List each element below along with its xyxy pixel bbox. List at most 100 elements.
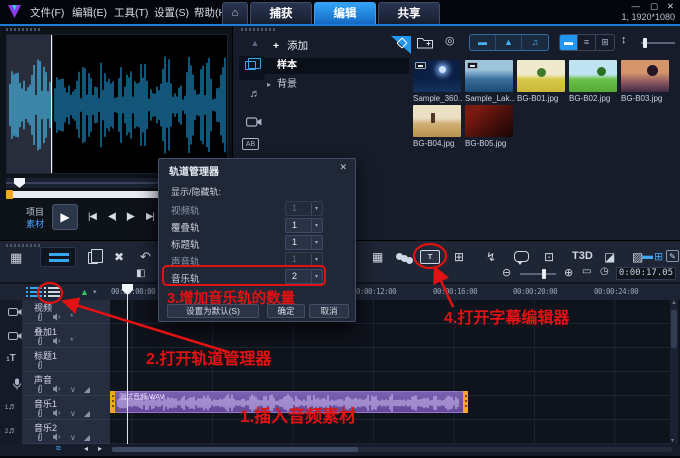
ripple-icon[interactable]: * [70, 312, 74, 322]
speech-to-text-icon[interactable] [514, 251, 529, 265]
track-list-icon[interactable] [26, 287, 42, 298]
waveform-toggle-icon[interactable]: ∨ [70, 409, 76, 418]
slider-knob[interactable] [542, 269, 546, 279]
minimize-button[interactable]: — [632, 1, 641, 11]
link-icon[interactable] [36, 336, 44, 346]
link-icon[interactable] [36, 408, 44, 418]
trim-start-handle[interactable] [6, 190, 13, 199]
undo-icon[interactable]: ↶ [140, 249, 151, 265]
panel-layout-2-icon[interactable]: ⊞ [654, 250, 663, 263]
home-tab[interactable]: ⌂ [222, 2, 248, 24]
scroll-right-icon[interactable]: ▸ [98, 444, 102, 453]
scrubber-handle[interactable] [14, 178, 25, 188]
scroll-down-icon[interactable]: ▾ [671, 437, 674, 444]
folder-item-background[interactable]: ▸ 背景 [265, 77, 409, 93]
record-capture-icon[interactable]: ▦ [372, 250, 383, 264]
preview-playhead[interactable] [51, 35, 52, 173]
thumbnail-item[interactable]: BG-B04.jpg [413, 105, 463, 148]
clock-icon[interactable]: ◷ [600, 266, 609, 277]
split-screen-icon[interactable]: ⊞ [454, 250, 464, 264]
scroll-up-icon[interactable]: ▲ [671, 300, 677, 306]
view-thumbnail-button[interactable]: ▬ [560, 35, 578, 50]
close-button[interactable]: ✕ [667, 1, 674, 12]
waveform-toggle-icon[interactable]: ∨ [70, 385, 76, 394]
subtitle-editor-button[interactable]: T [420, 250, 440, 264]
mute-icon[interactable] [52, 385, 62, 393]
3d-title-icon[interactable]: T3D [572, 250, 593, 262]
audio-zoom-icon[interactable]: ≈ [56, 443, 61, 453]
view-list-button[interactable]: ≡ [578, 35, 596, 50]
fade-icon[interactable]: ◢ [84, 385, 90, 394]
go-start-button[interactable]: |◀ [88, 211, 97, 222]
expander-icon[interactable]: ▸ [267, 77, 271, 93]
import-folder-icon[interactable] [417, 36, 433, 49]
clip-left-handle[interactable] [110, 391, 115, 413]
play-button[interactable]: ▶ [52, 204, 78, 230]
track-header-title[interactable]: 标题1 [22, 348, 110, 372]
clip-right-handle[interactable] [463, 391, 468, 413]
mute-icon[interactable] [52, 433, 62, 441]
motion-tracking-icon[interactable]: ↯ [486, 250, 496, 264]
contrast-icon[interactable]: ◧ [136, 268, 145, 279]
track-header-music2[interactable]: 音乐2 ∨ ◢ [22, 420, 110, 444]
zoom-out-icon[interactable]: ⊖ [502, 266, 511, 279]
pin-corner-icon[interactable] [391, 36, 411, 54]
tab-share[interactable]: 共享 [378, 2, 440, 24]
copy-icon[interactable] [88, 249, 103, 264]
face-detect-icon[interactable]: ⊡ [544, 250, 554, 264]
filter-video-button[interactable]: ▬ [470, 35, 496, 50]
view-grid-button[interactable]: ⊞ [596, 35, 614, 50]
zoom-in-icon[interactable]: ⊕ [564, 266, 573, 279]
cancel-button[interactable]: 取消 [309, 304, 349, 318]
thumbnail-item[interactable]: BG-B05.jpg [465, 105, 515, 148]
title-track-count-select[interactable]: 1 ▾ [285, 235, 323, 250]
track-manager-button[interactable] [44, 287, 60, 298]
add-folder-button[interactable]: + 添加 [273, 38, 308, 53]
horizontal-scrollbar[interactable] [112, 447, 672, 452]
scroll-left-icon[interactable]: ◂ [84, 444, 88, 453]
settings-icon[interactable]: ◎ [445, 34, 455, 47]
track-header-overlay[interactable]: 叠加1 * [22, 324, 110, 348]
menu-edit[interactable]: 编辑(E) [72, 5, 107, 20]
mask-creator-icon[interactable]: ◪ [604, 250, 615, 264]
waveform-toggle-icon[interactable]: ∨ [70, 433, 76, 442]
dialog-close-icon[interactable]: ✕ [339, 162, 347, 173]
ripple-icon[interactable]: * [70, 336, 74, 346]
go-end-button[interactable]: ▶| [146, 211, 155, 222]
sort-icon[interactable]: ↕ [621, 34, 627, 46]
next-frame-button[interactable]: |▶ [126, 211, 135, 222]
scrollbar-thumb[interactable] [671, 310, 677, 348]
prev-frame-button[interactable]: ◀| [108, 211, 117, 222]
painting-creator-icon[interactable] [396, 253, 403, 260]
fade-icon[interactable]: ◢ [84, 433, 90, 442]
link-icon[interactable] [36, 432, 44, 442]
menu-tools[interactable]: 工具(T) [114, 5, 148, 20]
maximize-button[interactable]: ▢ [650, 1, 658, 12]
fit-timeline-icon[interactable]: ▭ [582, 266, 591, 277]
link-icon[interactable] [36, 312, 44, 322]
mute-icon[interactable] [52, 337, 62, 345]
clip-mode-label[interactable]: 素材 [26, 217, 44, 230]
menu-settings[interactable]: 设置(S) [154, 5, 189, 20]
thumbnail-item[interactable]: Sample_Lak... [465, 60, 515, 103]
link-icon[interactable] [36, 360, 44, 370]
library-media-button[interactable] [239, 56, 265, 80]
mute-icon[interactable] [52, 313, 62, 321]
edit-workspace-icon[interactable]: ✎ [666, 250, 679, 262]
panel-layout-1-icon[interactable]: ▬ [642, 250, 653, 262]
storyboard-view-button[interactable]: ▦ [10, 250, 22, 266]
track-header-voice[interactable]: 声音 ∨ ◢ [22, 372, 110, 396]
filter-photo-button[interactable]: ▲ [496, 35, 522, 50]
menu-file[interactable]: 文件(F) [30, 5, 64, 20]
chevron-down-icon[interactable]: ▾ [93, 288, 97, 296]
timeline-zoom-slider[interactable] [520, 269, 556, 279]
folder-item-sample[interactable]: 样本 [265, 58, 409, 74]
thumbnail-item[interactable]: BG-B02.jpg [569, 60, 619, 103]
thumbnail-item[interactable]: BG-B03.jpg [621, 60, 671, 103]
scrollbar-thumb[interactable] [112, 447, 358, 452]
thumbnail-item[interactable]: BG-B01.jpg [517, 60, 567, 103]
track-header-music1[interactable]: 音乐1 ∨ ◢ [22, 396, 110, 420]
vertical-scrollbar[interactable]: ▲ ▾ [670, 300, 678, 444]
mute-icon[interactable] [52, 409, 62, 417]
thumbnail-item[interactable]: Sample_360... [413, 60, 463, 103]
